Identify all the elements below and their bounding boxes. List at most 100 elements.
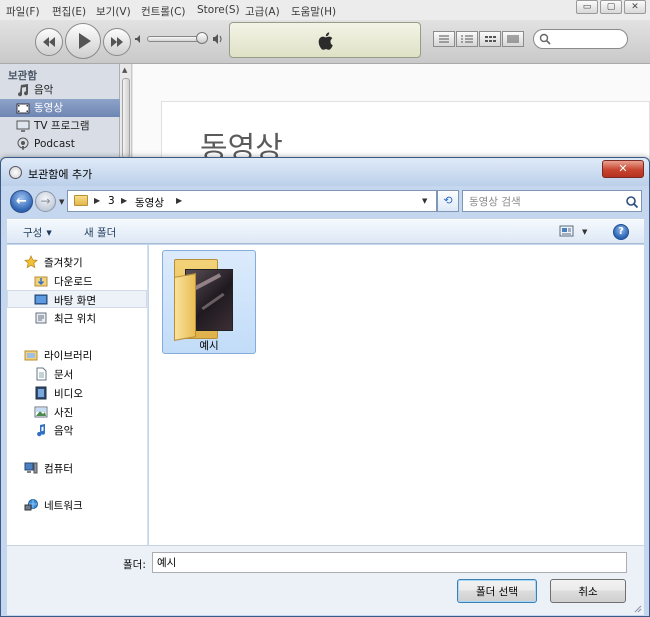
nav-item-music[interactable]: 음악 bbox=[7, 421, 147, 439]
menu-help[interactable]: 도움말(H) bbox=[291, 4, 336, 19]
list-view-icon bbox=[439, 35, 449, 43]
change-view-icon[interactable] bbox=[559, 224, 575, 238]
window-controls: ▭ ▢ ✕ bbox=[576, 0, 646, 16]
dialog-close-button[interactable]: ✕ bbox=[602, 160, 644, 178]
previous-button[interactable] bbox=[35, 28, 63, 56]
grid-view-icon bbox=[485, 36, 496, 42]
nav-computer[interactable]: 컴퓨터 bbox=[7, 459, 147, 477]
document-icon bbox=[36, 367, 47, 381]
cancel-button[interactable]: 취소 bbox=[550, 579, 626, 603]
navigation-pane: 즐겨찾기 다운로드 바탕 화면 최근 위치 라이브러리 문서 비디오 사진 음악… bbox=[7, 245, 148, 545]
nav-item-desktop[interactable]: 바탕 화면 bbox=[7, 290, 147, 308]
sidebar-item-movies[interactable]: 동영상 bbox=[0, 99, 120, 117]
podcast-icon bbox=[17, 137, 29, 150]
file-list: 예시 bbox=[149, 245, 644, 545]
restore-button[interactable]: ▢ bbox=[600, 0, 622, 14]
view-coverflow-button[interactable] bbox=[502, 31, 524, 47]
rewind-icon bbox=[43, 37, 55, 47]
chevron-right-icon[interactable]: ▶ bbox=[176, 196, 182, 205]
search-icon bbox=[539, 33, 551, 45]
dialog-title: 보관함에 추가 bbox=[28, 168, 93, 181]
menu-store[interactable]: Store(S) bbox=[197, 4, 240, 16]
folder-item-example[interactable]: 예시 bbox=[162, 250, 256, 354]
chevron-right-icon[interactable]: ▶ bbox=[94, 196, 100, 205]
sidebar-item-podcast[interactable]: Podcast bbox=[0, 135, 120, 153]
menu-controls[interactable]: 컨트롤(C) bbox=[141, 4, 186, 19]
sidebar-item-tv-shows[interactable]: TV 프로그램 bbox=[0, 117, 120, 135]
volume-knob[interactable] bbox=[196, 32, 208, 44]
scroll-up-icon[interactable]: ▲ bbox=[122, 66, 127, 74]
view-list-button[interactable] bbox=[433, 31, 455, 47]
nav-item-documents[interactable]: 문서 bbox=[7, 365, 147, 383]
breadcrumb-item[interactable]: 동영상 bbox=[135, 195, 164, 210]
fast-forward-icon bbox=[111, 37, 123, 47]
chevron-right-icon[interactable]: ▶ bbox=[121, 196, 127, 205]
itunes-search-field[interactable] bbox=[533, 29, 628, 49]
menu-file[interactable]: 파일(F) bbox=[6, 4, 40, 19]
search-icon[interactable] bbox=[625, 195, 639, 209]
desktop-icon bbox=[34, 294, 48, 305]
minimize-button[interactable]: ▭ bbox=[576, 0, 598, 14]
menu-advanced[interactable]: 고급(A) bbox=[245, 4, 280, 19]
computer-icon bbox=[24, 462, 38, 474]
organize-button[interactable]: 구성 ▼ bbox=[23, 225, 52, 240]
view-album-button[interactable] bbox=[456, 31, 478, 47]
dialog-footer: 폴더: 폴더 선택 취소 bbox=[7, 545, 644, 615]
scrollbar-thumb[interactable] bbox=[122, 78, 130, 158]
apple-logo-icon bbox=[318, 32, 333, 50]
play-button[interactable] bbox=[65, 23, 101, 59]
nav-network[interactable]: 네트워크 bbox=[7, 496, 147, 514]
chevron-down-icon[interactable]: ▼ bbox=[422, 197, 427, 205]
organize-label: 구성 bbox=[23, 227, 43, 239]
volume-high-icon bbox=[213, 34, 222, 44]
itunes-app-icon bbox=[9, 166, 22, 179]
folder-icon bbox=[74, 195, 88, 206]
dialog-title-bar[interactable]: 보관함에 추가 ✕ bbox=[1, 158, 649, 186]
play-icon bbox=[79, 33, 91, 49]
picture-icon bbox=[34, 406, 48, 418]
help-icon: ? bbox=[618, 226, 624, 237]
folder-name-input[interactable] bbox=[152, 552, 627, 573]
menu-edit[interactable]: 편집(E) bbox=[52, 4, 86, 19]
sidebar-item-music[interactable]: 음악 bbox=[0, 81, 120, 99]
sidebar-item-label: TV 프로그램 bbox=[34, 120, 90, 132]
next-button[interactable] bbox=[103, 28, 131, 56]
recent-pages-dropdown[interactable]: ▼ bbox=[59, 198, 64, 206]
music-note-icon bbox=[18, 84, 29, 97]
arrow-right-icon: → bbox=[40, 194, 51, 208]
album-list-icon bbox=[461, 35, 473, 43]
resize-grip-icon[interactable] bbox=[632, 603, 642, 613]
network-icon bbox=[24, 499, 38, 511]
window-close-button[interactable]: ✕ bbox=[624, 0, 646, 14]
sidebar-scrollbar[interactable]: ▲ bbox=[120, 64, 132, 164]
music-note-icon bbox=[37, 424, 46, 437]
nav-libraries[interactable]: 라이브러리 bbox=[7, 346, 147, 364]
new-folder-button[interactable]: 새 폴더 bbox=[84, 225, 116, 240]
nav-item-label: 컴퓨터 bbox=[44, 463, 73, 475]
volume-low-icon bbox=[135, 35, 140, 43]
nav-favorites[interactable]: 즐겨찾기 bbox=[7, 253, 147, 271]
sidebar-item-label: 음악 bbox=[34, 84, 54, 96]
refresh-button[interactable]: ⟲ bbox=[437, 190, 459, 212]
downloads-folder-icon bbox=[34, 276, 48, 287]
chevron-down-icon[interactable]: ▼ bbox=[582, 228, 587, 236]
breadcrumb-item[interactable]: 3 bbox=[108, 195, 115, 207]
nav-item-label: 비디오 bbox=[54, 388, 83, 400]
search-box[interactable] bbox=[462, 190, 642, 212]
sidebar-item-label: Podcast bbox=[34, 138, 75, 150]
address-bar[interactable]: ▶ 3 ▶ 동영상 ▶ ▼ bbox=[67, 190, 437, 212]
view-grid-button[interactable] bbox=[479, 31, 501, 47]
help-button[interactable]: ? bbox=[613, 224, 629, 240]
menu-view[interactable]: 보기(V) bbox=[96, 4, 131, 19]
search-input[interactable] bbox=[469, 194, 619, 209]
nav-item-videos[interactable]: 비디오 bbox=[7, 384, 147, 402]
menu-bar: 파일(F) 편집(E) 보기(V) 컨트롤(C) Store(S) 고급(A) … bbox=[0, 0, 650, 20]
star-icon bbox=[24, 255, 38, 269]
forward-button[interactable]: → bbox=[35, 191, 56, 212]
libraries-icon bbox=[24, 350, 38, 361]
nav-item-recent-places[interactable]: 최근 위치 bbox=[7, 309, 147, 327]
nav-item-downloads[interactable]: 다운로드 bbox=[7, 272, 147, 290]
nav-item-pictures[interactable]: 사진 bbox=[7, 403, 147, 421]
select-folder-button[interactable]: 폴더 선택 bbox=[457, 579, 537, 603]
back-button[interactable]: ← bbox=[10, 190, 33, 213]
